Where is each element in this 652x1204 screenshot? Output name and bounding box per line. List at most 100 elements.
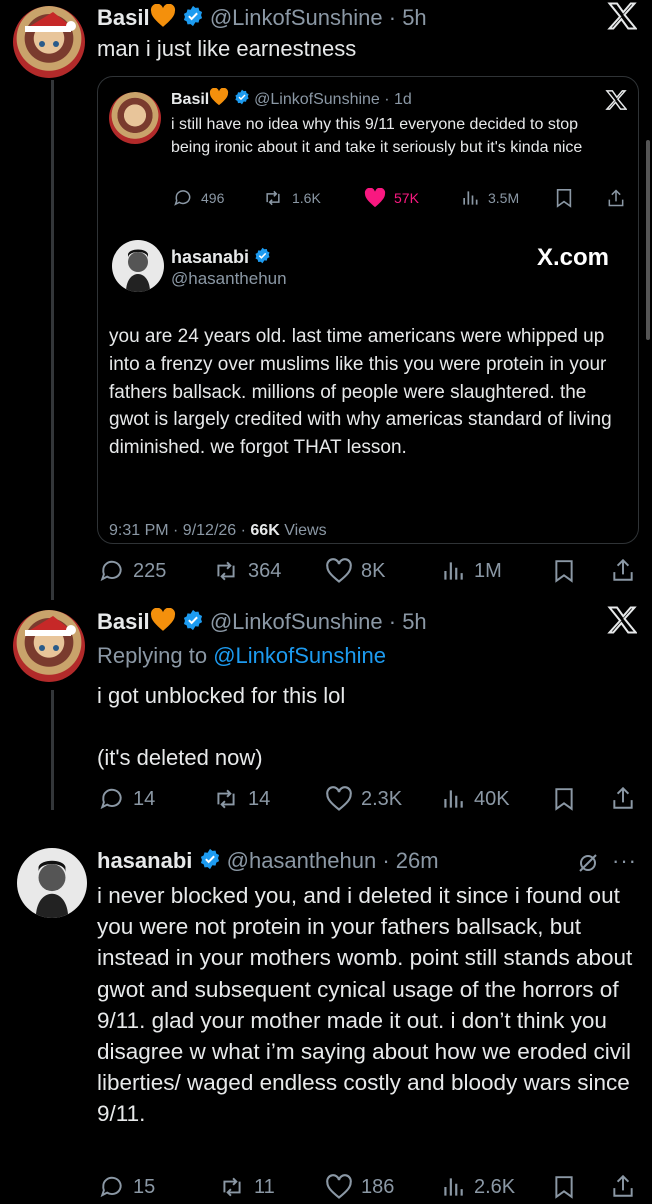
thread-line-2 — [51, 690, 54, 810]
embed-header: hasanabi — [171, 246, 271, 269]
heart-icon — [326, 558, 352, 583]
tweet3-repost-count: 11 — [254, 1175, 275, 1198]
tweet2-text-line1: i got unblocked for this lol — [97, 683, 346, 708]
tweet2-views-count: 40K — [474, 787, 510, 810]
tweet2-reply-stat[interactable]: 14 — [99, 786, 155, 812]
bookmark-icon[interactable] — [553, 787, 575, 816]
quote-time[interactable]: 1d — [394, 91, 412, 108]
bookmark-icon[interactable] — [553, 559, 575, 588]
quote-header: Basil @LinkofSunshine · 1d — [171, 87, 412, 112]
share-icon[interactable] — [610, 557, 636, 588]
tweet3-repost-stat[interactable]: 11 — [218, 1174, 275, 1200]
embed-handle[interactable]: @hasanthehun — [171, 269, 287, 289]
tweet1-header: Basil @LinkofSunshine · 5h — [97, 3, 427, 34]
repost-icon — [217, 561, 235, 581]
views-icon — [463, 191, 478, 205]
x-logo-icon[interactable] — [607, 606, 638, 639]
tweet2-reply-count: 14 — [133, 787, 156, 810]
tweet3-like-stat[interactable]: 186 — [325, 1174, 394, 1200]
tweet1-author-name[interactable]: Basil — [97, 5, 150, 30]
share-icon[interactable] — [610, 785, 636, 816]
tweet3-time[interactable]: 26m — [396, 848, 439, 873]
scrollbar[interactable] — [646, 140, 650, 340]
quote-reply-stat[interactable]: 496 — [173, 188, 224, 208]
tweet1-repost-count: 364 — [248, 559, 282, 582]
quote-repost-count: 1.6K — [292, 190, 321, 206]
reply-icon — [100, 1176, 122, 1198]
tweet3-views-count: 2.6K — [474, 1175, 516, 1198]
repost-icon — [217, 789, 235, 809]
verified-badge-icon — [199, 848, 221, 876]
tweet1-views-stat[interactable]: 1M — [440, 558, 502, 584]
avatar-hasanabi[interactable] — [17, 848, 87, 918]
replying-to-link[interactable]: @LinkofSunshine — [213, 643, 386, 668]
views-icon — [444, 562, 463, 580]
reply-icon — [174, 190, 191, 206]
tweet3-author-name[interactable]: hasanabi — [97, 848, 192, 873]
tweet2-repost-stat[interactable]: 14 — [212, 786, 270, 812]
tweet1-reply-count: 225 — [133, 559, 167, 582]
quote-text: i still have no idea why this 9/11 every… — [171, 116, 583, 156]
quote-views-stat[interactable]: 3.5M — [460, 188, 519, 208]
tweet2-handle[interactable]: @LinkofSunshine — [210, 609, 383, 634]
tweet1-text: man i just like earnestness — [97, 36, 357, 61]
tweet1-reply-stat[interactable]: 225 — [99, 558, 166, 584]
heart-filled-icon — [364, 188, 386, 208]
tweet1-handle[interactable]: @LinkofSunshine — [210, 5, 383, 30]
separator-dot: · — [376, 848, 396, 873]
separator-dot: · — [382, 4, 403, 30]
tweet1-time[interactable]: 5h — [402, 5, 426, 30]
verified-badge-icon — [182, 609, 204, 637]
tweet3-header: hasanabi @hasanthehun · 26m — [97, 848, 439, 876]
tweet2-views-stat[interactable]: 40K — [440, 786, 510, 812]
verified-badge-icon — [254, 247, 271, 269]
repost-icon — [223, 1177, 241, 1197]
replying-to-line: Replying to @LinkofSunshine — [97, 643, 386, 669]
tweet1-like-count: 8K — [361, 559, 386, 582]
x-logo-icon[interactable] — [605, 90, 628, 115]
tweet1-views-count: 1M — [474, 559, 502, 582]
quote-avatar-basil[interactable] — [109, 92, 161, 144]
quote-like-count: 57K — [394, 190, 419, 206]
tweet1-repost-stat[interactable]: 364 — [212, 558, 281, 584]
avatar-basil[interactable] — [13, 610, 85, 682]
reply-icon — [100, 560, 122, 582]
orange-heart-icon — [150, 607, 176, 638]
embed-author-name[interactable]: hasanabi — [171, 247, 249, 267]
verified-badge-icon — [182, 5, 204, 33]
tweet2-like-stat[interactable]: 2.3K — [325, 786, 402, 812]
quote-handle[interactable]: @LinkofSunshine — [254, 91, 380, 108]
tweet3-handle[interactable]: @hasanthehun — [227, 848, 377, 873]
replying-to-label: Replying to — [97, 643, 214, 668]
tweet1-like-stat[interactable]: 8K — [325, 558, 385, 584]
tweet3-text: i never blocked you, and i deleted it si… — [97, 883, 633, 1127]
tweet2-author-name[interactable]: Basil — [97, 609, 150, 634]
embed-meta: 9:31 PM · 9/12/26 · 66K Views — [109, 521, 327, 541]
quote-like-stat[interactable]: 57K — [364, 188, 419, 208]
quote-author-name[interactable]: Basil — [171, 91, 209, 108]
heart-icon — [326, 786, 352, 811]
share-icon[interactable] — [610, 1173, 636, 1204]
bookmark-icon[interactable] — [555, 188, 573, 213]
separator-dot: · — [379, 91, 395, 109]
avatar-basil[interactable] — [13, 6, 85, 78]
tweet2-like-count: 2.3K — [361, 787, 403, 810]
share-icon[interactable] — [606, 187, 626, 214]
more-options-icon[interactable]: ··· — [612, 848, 637, 874]
orange-heart-icon — [150, 3, 176, 34]
x-logo-icon[interactable] — [607, 2, 638, 35]
quote-repost-stat[interactable]: 1.6K — [262, 188, 321, 208]
tweet2-time[interactable]: 5h — [402, 609, 426, 634]
grok-icon[interactable] — [576, 851, 600, 880]
embed-text: you are 24 years old. last time american… — [109, 326, 612, 459]
orange-heart-icon — [209, 87, 229, 112]
views-icon — [444, 790, 463, 808]
embed-avatar-hasanabi[interactable] — [112, 240, 164, 292]
xcom-brand: X.com — [537, 244, 610, 271]
heart-icon — [326, 1174, 352, 1199]
separator-dot: · — [382, 608, 403, 634]
quote-reply-count: 496 — [201, 190, 225, 206]
tweet3-views-stat[interactable]: 2.6K — [440, 1174, 515, 1200]
tweet2-header: Basil @LinkofSunshine · 5h — [97, 607, 427, 638]
tweet3-reply-stat[interactable]: 15 — [99, 1174, 155, 1200]
